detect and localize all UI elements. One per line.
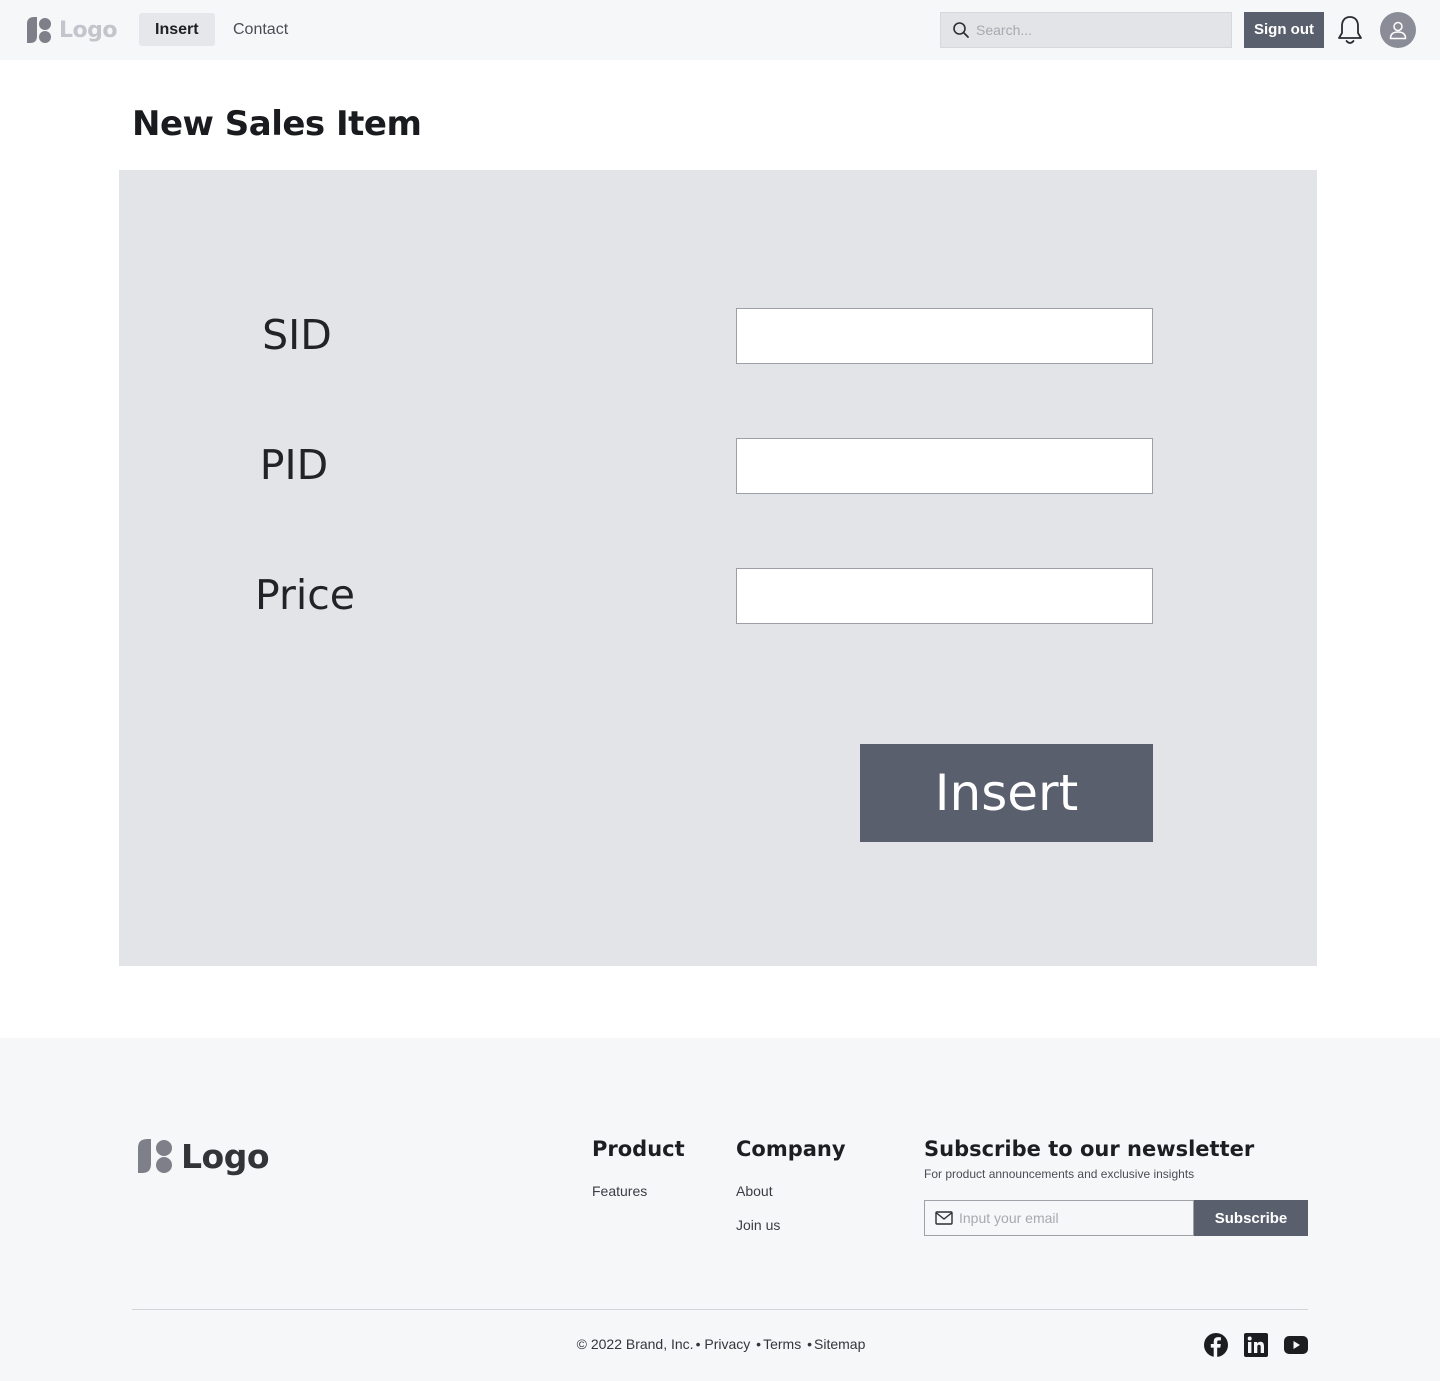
- footer-link-about[interactable]: About: [736, 1183, 773, 1199]
- privacy-link[interactable]: Privacy: [704, 1336, 750, 1352]
- top-navigation-bar: Logo Insert Contact Sign out: [0, 0, 1440, 60]
- page-title: New Sales Item: [132, 104, 422, 144]
- newsletter-subtext: For product announcements and exclusive …: [924, 1167, 1195, 1181]
- nav-insert[interactable]: Insert: [139, 13, 215, 46]
- pid-input[interactable]: [736, 438, 1153, 494]
- avatar[interactable]: [1380, 12, 1416, 48]
- footer-link-features[interactable]: Features: [592, 1183, 647, 1199]
- bell-icon[interactable]: [1336, 14, 1364, 46]
- footer-logo-text: Logo: [181, 1136, 270, 1176]
- search-icon: [953, 22, 969, 38]
- sitemap-link[interactable]: Sitemap: [814, 1336, 865, 1352]
- logo-icon: [27, 17, 51, 43]
- terms-link[interactable]: Terms: [763, 1336, 801, 1352]
- price-label: Price: [254, 571, 356, 619]
- search-input[interactable]: [976, 22, 1216, 38]
- sid-label: SID: [262, 311, 332, 359]
- sales-item-form: SID PID Price Insert: [119, 170, 1317, 966]
- email-input[interactable]: [959, 1210, 1189, 1226]
- logo-icon: [138, 1139, 172, 1173]
- youtube-icon[interactable]: [1284, 1333, 1308, 1357]
- footer: Logo Product Features Company About Join…: [0, 1038, 1440, 1381]
- footer-divider: [132, 1309, 1308, 1310]
- footer-link-join-us[interactable]: Join us: [736, 1217, 780, 1233]
- footer-logo[interactable]: Logo: [135, 1136, 270, 1176]
- facebook-icon[interactable]: [1204, 1333, 1228, 1357]
- subscribe-button[interactable]: Subscribe: [1194, 1200, 1308, 1236]
- insert-button[interactable]: Insert: [860, 744, 1153, 842]
- search-box[interactable]: [940, 12, 1232, 48]
- sid-input[interactable]: [736, 308, 1153, 364]
- user-icon: [1389, 21, 1407, 40]
- logo-text: Logo: [59, 17, 118, 43]
- logo[interactable]: Logo: [25, 15, 118, 45]
- email-field[interactable]: [924, 1200, 1194, 1236]
- copyright-text: © 2022 Brand, Inc.: [576, 1336, 694, 1352]
- linkedin-icon[interactable]: [1244, 1333, 1268, 1357]
- product-column-heading: Product: [592, 1137, 685, 1161]
- newsletter-heading: Subscribe to our newsletter: [924, 1137, 1255, 1161]
- company-column-heading: Company: [736, 1137, 846, 1161]
- pid-label: PID: [259, 441, 329, 489]
- price-input[interactable]: [736, 568, 1153, 624]
- mail-icon: [935, 1211, 953, 1225]
- sign-out-button[interactable]: Sign out: [1244, 12, 1324, 48]
- nav-contact[interactable]: Contact: [217, 13, 304, 46]
